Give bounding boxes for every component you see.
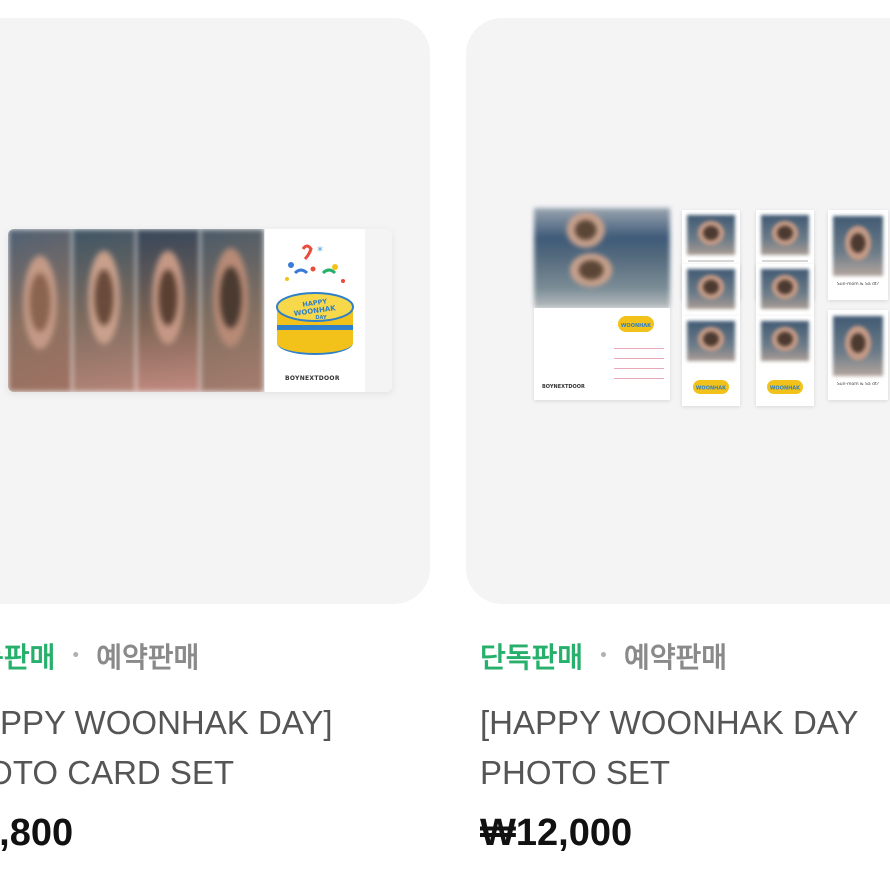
product-price: 9,800 [0,812,74,854]
svg-text:WOONHAK: WOONHAK [770,386,801,392]
photocard-blurred [200,229,264,392]
product-price: ₩12,000 [480,812,633,854]
product-title-line1: APPY WOONHAK DAY] [0,704,333,741]
tag-separator: • [599,648,608,664]
mini-photo-blurred [687,269,735,309]
brand-label: BOYNEXTDOOR [285,375,340,382]
photocard-set-image: * HAPPY WOONHAK DAY BOYNEXTDOOR [8,229,392,392]
birthday-cake-art-card: * HAPPY WOONHAK DAY BOYNEXTDOOR [264,229,365,392]
svg-text:DAY: DAY [315,315,327,321]
photocard-blurred [136,229,200,392]
svg-text:WOONHAK: WOONHAK [696,386,727,392]
polaroid-note: Sun-mom & Sa dt? [836,382,880,387]
woonhak-logo-icon: WOONHAK [693,380,729,394]
mini-photo-blurred [761,215,809,255]
product-image-card-photocard-set[interactable]: * HAPPY WOONHAK DAY BOYNEXTDOOR [0,18,430,604]
product-title-line2: IOTO CARD SET [0,754,235,791]
svg-text:WOONHAK: WOONHAK [621,323,652,329]
woonhak-logo-icon: WOONHAK [767,380,803,394]
mini-photo-blurred [687,321,735,361]
mini-photo-card [682,264,740,316]
polaroid-card: Sun-mom & Sa dt? [828,210,888,300]
brand-label: BOYNEXTDOOR [542,384,585,390]
mini-photo-blurred [687,215,735,255]
tag-separator: • [71,648,81,664]
mini-photo-card: WOONHAK [756,316,814,406]
mini-caption-line [762,260,808,262]
preorder-tag: 예약판매 [96,641,200,674]
polaroid-card: Sun-mom & Sa dt? [828,310,888,400]
exclusive-sale-tag: 독판매 [0,641,56,674]
product-tags: 독판매 • 예약판매 [0,636,199,676]
svg-text:*: * [317,244,323,258]
postcard-back: WOONHAK BOYNEXTDOOR [534,308,670,400]
product-title-line2: PHOTO SET [480,754,671,791]
exclusive-sale-tag: 단독판매 [480,641,584,674]
mini-caption-line [688,260,734,262]
mini-photo-card: WOONHAK [682,316,740,406]
product-image-card-photo-set[interactable]: WOONHAK BOYNEXTDOOR WOONHAK WOONHAK Sun-… [466,18,890,604]
mini-photo-card [756,264,814,316]
photocard-blurred [8,229,72,392]
product-title[interactable]: [HAPPY WOONHAK DAY PHOTO SET [480,698,858,798]
birthday-cake-illustration: * HAPPY WOONHAK DAY [276,244,354,355]
photocard-blurred [72,229,136,392]
polaroid-note: Sun-mom & Sa dt? [836,282,880,287]
mini-photo-blurred [761,321,809,361]
product-title[interactable]: APPY WOONHAK DAY] IOTO CARD SET [0,698,333,798]
preorder-tag: 예약판매 [624,641,728,674]
polaroid-photo-blurred [833,216,883,276]
product-title-line1: [HAPPY WOONHAK DAY [480,704,859,741]
polaroid-photo-blurred [833,316,883,376]
mini-photo-blurred [761,269,809,309]
postcard-photo-blurred [534,208,670,308]
product-tags: 단독판매 • 예약판매 [480,636,727,676]
